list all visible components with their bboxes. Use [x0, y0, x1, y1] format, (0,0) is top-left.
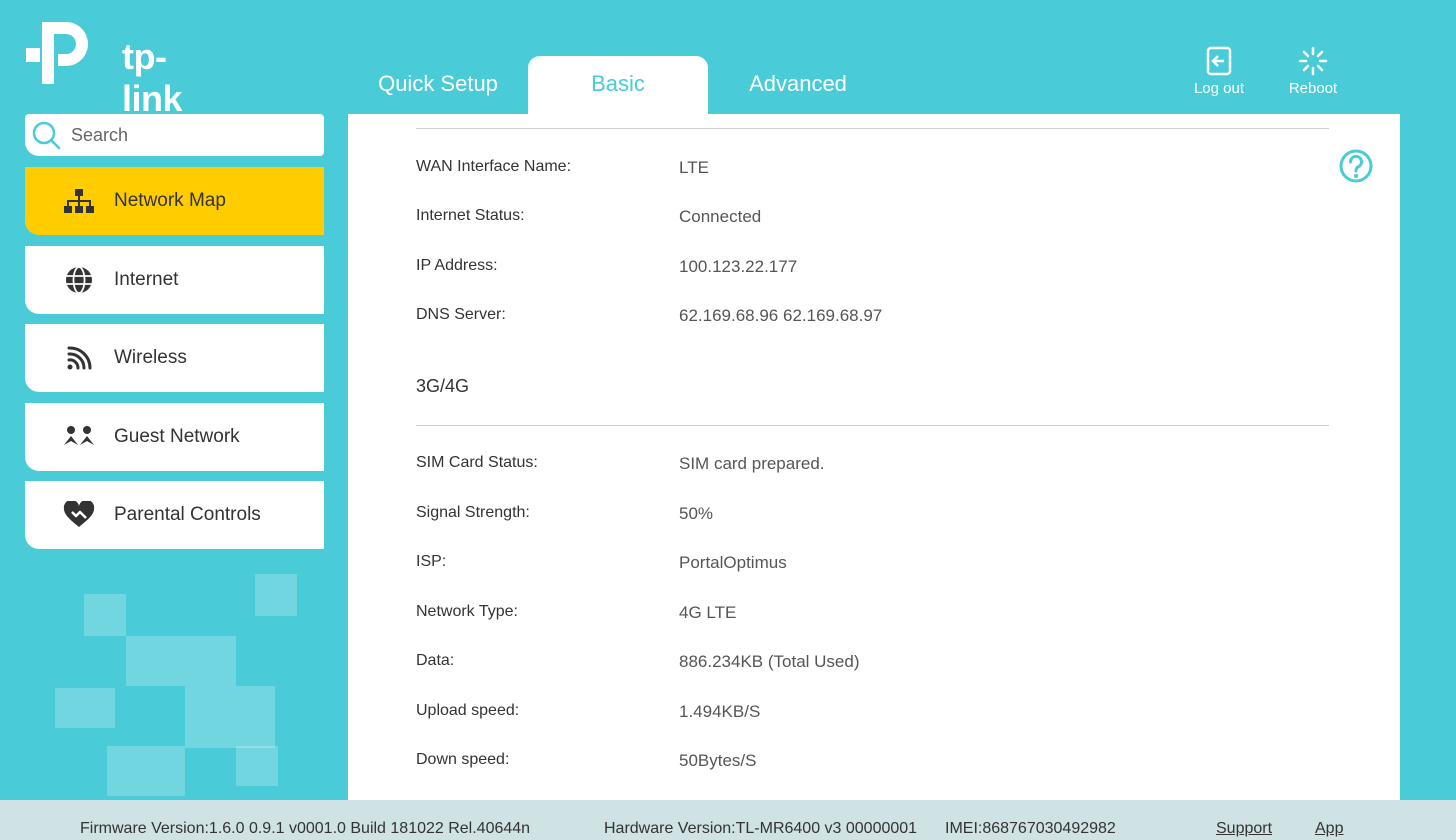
divider — [416, 128, 1329, 129]
wan-row: WAN Interface Name: LTE — [416, 158, 1316, 180]
hardware-version: Hardware Version:TL-MR6400 v3 00000001 — [604, 820, 918, 837]
field-value: 4G LTE — [679, 603, 737, 622]
sidebar-item-label: Network Map — [114, 190, 226, 211]
globe-icon — [62, 263, 96, 297]
logout-icon — [1206, 46, 1232, 76]
sidebar-item-guest-network[interactable]: Guest Network — [25, 403, 324, 471]
logout-button[interactable]: Log out — [1179, 46, 1259, 97]
field-value: 50Bytes/S — [679, 751, 757, 770]
search-icon — [32, 121, 61, 150]
mobile-row: Data: 886.234KB (Total Used) — [416, 652, 1316, 674]
field-label: Signal Strength: — [416, 504, 530, 521]
sidebar-item-wireless[interactable]: Wireless — [25, 324, 324, 392]
field-value: 100.123.22.177 — [679, 257, 798, 276]
mobile-row: Signal Strength: 50% — [416, 504, 1316, 526]
wan-row: Internet Status: Connected — [416, 207, 1316, 229]
sidebar-item-label: Parental Controls — [114, 504, 261, 525]
wifi-icon — [62, 341, 96, 375]
sidebar-item-label: Internet — [114, 269, 179, 290]
field-value: 50% — [679, 504, 714, 523]
logout-label: Log out — [1193, 80, 1245, 97]
sidebar-item-label: Guest Network — [114, 426, 240, 447]
logo-text: tp-link — [122, 36, 183, 119]
app-link[interactable]: App — [1315, 820, 1343, 838]
main-tabs: Quick Setup Basic Advanced — [348, 56, 888, 114]
tab-advanced[interactable]: Advanced — [708, 56, 888, 114]
field-label: Internet Status: — [416, 207, 525, 224]
guest-icon — [62, 420, 96, 454]
sidebar-item-parental-controls[interactable]: Parental Controls — [25, 481, 324, 549]
tp-link-logo-icon — [26, 22, 88, 84]
search-box — [25, 114, 324, 156]
section-title: 3G/4G — [416, 376, 470, 396]
search-input[interactable] — [71, 124, 301, 146]
field-label: Network Type: — [416, 603, 518, 620]
reboot-button[interactable]: Reboot — [1273, 46, 1353, 97]
field-value: 62.169.68.96 62.169.68.97 — [679, 306, 883, 325]
heart-icon — [62, 498, 96, 532]
reboot-icon — [1298, 46, 1328, 76]
field-value: 886.234KB (Total Used) — [679, 652, 860, 671]
wan-row: DNS Server: 62.169.68.96 62.169.68.97 — [416, 306, 1316, 328]
footer: Firmware Version:1.6.0 0.9.1 v0001.0 Bui… — [0, 800, 1456, 840]
help-icon — [1339, 149, 1373, 183]
field-label: SIM Card Status: — [416, 454, 538, 471]
network-map-icon — [62, 184, 96, 218]
tab-quick-setup[interactable]: Quick Setup — [348, 56, 528, 114]
mobile-row: Upload speed: 1.494KB/S — [416, 702, 1316, 724]
field-value: 1.494KB/S — [679, 702, 761, 721]
help-button[interactable] — [1338, 148, 1374, 189]
mobile-row: Network Type: 4G LTE — [416, 603, 1316, 625]
wan-row: IP Address: 100.123.22.177 — [416, 257, 1316, 279]
divider — [416, 425, 1329, 426]
field-label: Upload speed: — [416, 702, 520, 719]
mobile-row: ISP: PortalOptimus — [416, 553, 1316, 575]
sidebar-item-internet[interactable]: Internet — [25, 246, 324, 314]
mobile-row: Down speed: 50Bytes/S — [416, 751, 1316, 773]
field-label: WAN Interface Name: — [416, 158, 572, 175]
reboot-label: Reboot — [1288, 80, 1338, 97]
mobile-row: SIM Card Status: SIM card prepared. — [416, 454, 1316, 476]
firmware-version: Firmware Version:1.6.0 0.9.1 v0001.0 Bui… — [80, 820, 531, 837]
decorative-pattern — [55, 574, 297, 796]
imei: IMEI:868767030492982 — [945, 820, 1116, 837]
field-label: ISP: — [416, 553, 447, 570]
sidebar-item-network-map[interactable]: Network Map — [25, 167, 324, 235]
field-value: SIM card prepared. — [679, 454, 825, 473]
field-label: DNS Server: — [416, 306, 506, 323]
tp-link-logo: tp-link — [24, 18, 214, 119]
support-link[interactable]: Support — [1216, 820, 1272, 838]
status-panel: WAN Interface Name: LTE Internet Status:… — [348, 114, 1400, 800]
field-label: Data: — [416, 652, 455, 669]
sidebar-item-label: Wireless — [114, 347, 187, 368]
field-value: Connected — [679, 207, 762, 226]
field-label: IP Address: — [416, 257, 498, 274]
field-value: LTE — [679, 158, 709, 177]
tab-basic[interactable]: Basic — [528, 56, 708, 114]
field-label: Down speed: — [416, 751, 510, 768]
field-value: PortalOptimus — [679, 553, 787, 572]
